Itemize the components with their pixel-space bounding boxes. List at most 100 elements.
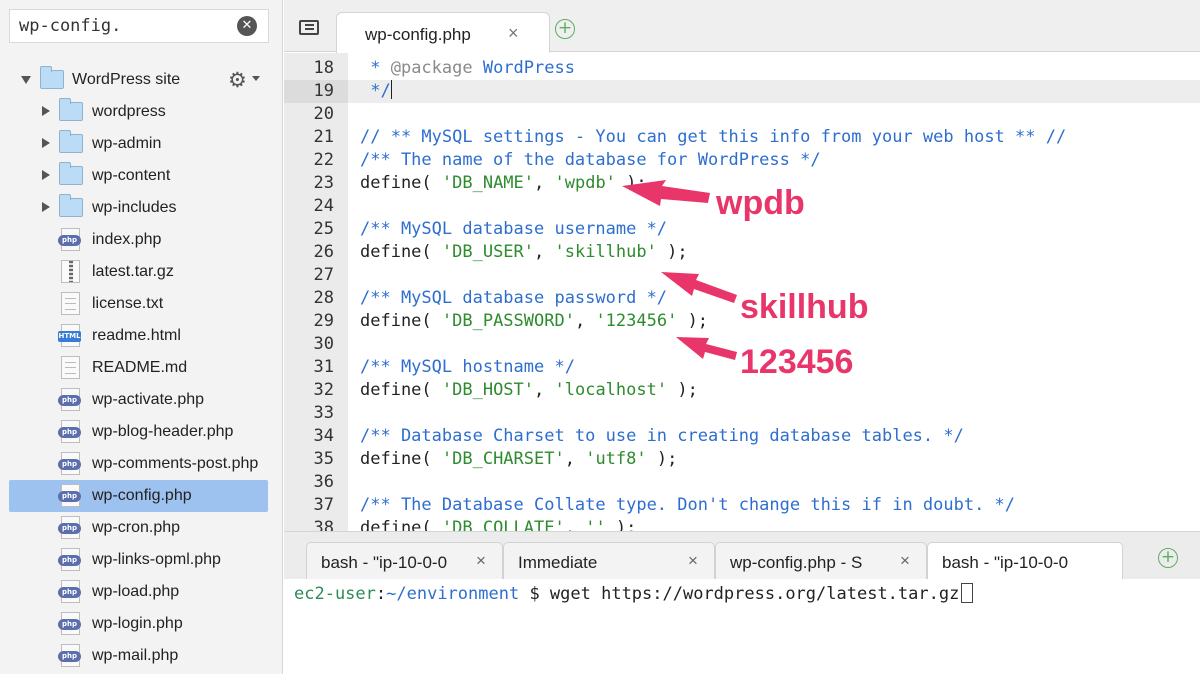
php-file-icon: php — [58, 388, 81, 411]
close-tab-icon[interactable]: × — [508, 23, 519, 44]
terminal-tab[interactable]: Immediate × — [503, 542, 715, 580]
tree-item[interactable]: wp-content — [0, 160, 283, 192]
folder-icon — [59, 162, 83, 185]
code-text: /** MySQL database password */ — [360, 288, 668, 308]
terminal-tab[interactable]: bash - "ip-10-0-0 × — [306, 542, 503, 580]
chevron-down-icon[interactable] — [252, 76, 260, 81]
tree-item-label: README.md — [92, 359, 188, 376]
code-line[interactable]: 37 /** The Database Collate type. Don't c… — [284, 494, 1200, 517]
folder-icon — [59, 98, 83, 121]
tree-item[interactable]: php wp-mail.php — [0, 640, 283, 672]
expand-arrow-icon[interactable] — [42, 138, 50, 148]
text-lines — [65, 298, 76, 310]
html-file-icon: HTML — [58, 324, 81, 347]
tree-item[interactable]: php wp-comments-post.php — [0, 448, 283, 480]
clear-search-icon[interactable]: ✕ — [237, 16, 257, 36]
tree-root-wordpress-site[interactable]: WordPress site ⚙ — [0, 64, 283, 96]
terminal-tab-label: bash - "ip-10-0-0 — [321, 553, 448, 572]
code-text: define( 'DB_HOST', 'localhost' ); — [360, 380, 698, 400]
expand-arrow-icon[interactable] — [42, 202, 50, 212]
expand-arrow-icon[interactable] — [42, 106, 50, 116]
code-line[interactable]: 36 — [284, 471, 1200, 494]
line-number: 38 — [313, 518, 334, 531]
tree-item[interactable]: php wp-activate.php — [0, 384, 283, 416]
line-number: 22 — [313, 150, 334, 170]
file-search-box[interactable]: ✕ — [9, 9, 269, 43]
code-line[interactable]: 27 — [284, 264, 1200, 287]
code-line[interactable]: 19 */ — [284, 80, 1200, 103]
php-badge: php — [58, 555, 81, 566]
tree-item[interactable]: README.md — [0, 352, 283, 384]
prompt-separator: : — [375, 584, 387, 604]
code-line[interactable]: 35 define( 'DB_CHARSET', 'utf8' ); — [284, 448, 1200, 471]
line-number: 34 — [313, 426, 334, 446]
terminal-pane[interactable]: ec2-user:~/environment $ wget https://wo… — [284, 579, 1200, 674]
code-line[interactable]: 21 // ** MySQL settings - You can get thi… — [284, 126, 1200, 149]
code-line[interactable]: 22 /** The name of the database for WordP… — [284, 149, 1200, 172]
tree-item[interactable]: php wp-login.php — [0, 608, 283, 640]
tab-wp-config[interactable]: wp-config.php × — [336, 12, 550, 53]
code-text: define( 'DB_CHARSET', 'utf8' ); — [360, 449, 678, 469]
tree-item-label: wp-load.php — [92, 583, 180, 600]
code-text: // ** MySQL settings - You can get this … — [360, 127, 1067, 147]
tree-item-label: readme.html — [92, 327, 181, 344]
tree-item[interactable]: license.txt — [0, 288, 283, 320]
terminal-cursor — [961, 583, 974, 603]
folder-icon — [59, 194, 83, 217]
tree-item[interactable]: latest.tar.gz — [0, 256, 283, 288]
code-line[interactable]: 32 define( 'DB_HOST', 'localhost' ); — [284, 379, 1200, 402]
terminal-tab[interactable]: wp-config.php - S × — [715, 542, 927, 580]
tree-root-label: WordPress site — [72, 71, 181, 88]
php-badge: php — [58, 587, 81, 598]
code-line[interactable]: 33 — [284, 402, 1200, 425]
annotation-db-password: 123456 — [740, 343, 854, 381]
add-tab-icon[interactable]: + — [555, 19, 575, 39]
code-text: define( 'DB_USER', 'skillhub' ); — [360, 242, 688, 262]
close-terminal-tab-icon[interactable]: × — [476, 551, 486, 571]
tree-item[interactable]: wp-admin — [0, 128, 283, 160]
tree-item[interactable]: wp-includes — [0, 192, 283, 224]
editor-tab-bar: wp-config.php × + — [284, 0, 1200, 53]
gear-icon[interactable]: ⚙ — [228, 68, 247, 92]
expand-arrow-icon[interactable] — [42, 170, 50, 180]
tree-item[interactable]: php wp-config.php — [9, 480, 268, 512]
tree-item-label: wp-activate.php — [92, 391, 205, 408]
terminal-tab[interactable]: bash - "ip-10-0-0 — [927, 542, 1123, 580]
code-line[interactable]: 20 — [284, 103, 1200, 126]
line-number: 32 — [313, 380, 334, 400]
line-number: 23 — [313, 173, 334, 193]
text-cursor — [390, 80, 392, 99]
tree-item[interactable]: php wp-links-opml.php — [0, 544, 283, 576]
php-file-icon: php — [58, 484, 81, 507]
tree-item-label: wp-content — [92, 167, 171, 184]
file-search-input[interactable] — [10, 10, 230, 42]
tree-item-label: wp-admin — [92, 135, 162, 152]
tree-item-label: wordpress — [92, 103, 166, 120]
line-number: 30 — [313, 334, 334, 354]
text-lines — [65, 362, 76, 374]
close-terminal-tab-icon[interactable]: × — [688, 551, 698, 571]
tree-item[interactable]: php index.php — [0, 224, 283, 256]
line-number: 26 — [313, 242, 334, 262]
tree-item[interactable]: php wp-load.php — [0, 576, 283, 608]
tree-item[interactable]: HTML readme.html — [0, 320, 283, 352]
file-tree-sidebar: ✕ WordPress site ⚙ wordpress wp-admin wp-c… — [0, 0, 283, 674]
tree-item[interactable]: php wp-blog-header.php — [0, 416, 283, 448]
line-number: 35 — [313, 449, 334, 469]
php-file-icon: php — [58, 612, 81, 635]
line-number: 27 — [313, 265, 334, 285]
tree-item[interactable]: wordpress — [0, 96, 283, 128]
code-line[interactable]: 38 define( 'DB_COLLATE', '' ); — [284, 517, 1200, 531]
tree-item[interactable]: php wp-cron.php — [0, 512, 283, 544]
close-terminal-tab-icon[interactable]: × — [900, 551, 910, 571]
code-line[interactable]: 18 * @package WordPress — [284, 57, 1200, 80]
tree-item-label: wp-includes — [92, 199, 177, 216]
toggle-tree-icon[interactable] — [299, 20, 319, 35]
terminal-command: wget https://wordpress.org/latest.tar.gz — [549, 584, 960, 604]
code-line[interactable]: 26 define( 'DB_USER', 'skillhub' ); — [284, 241, 1200, 264]
collapse-arrow-icon[interactable] — [21, 76, 31, 84]
tree-item-label: wp-mail.php — [92, 647, 179, 664]
code-line[interactable]: 34 /** Database Charset to use in creatin… — [284, 425, 1200, 448]
add-terminal-icon[interactable]: + — [1158, 548, 1178, 568]
text-file-icon — [61, 292, 80, 315]
